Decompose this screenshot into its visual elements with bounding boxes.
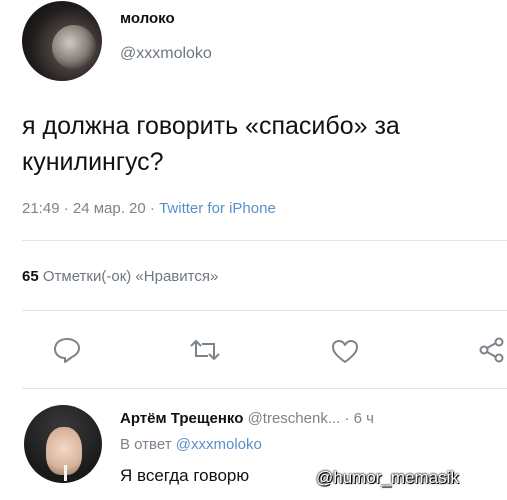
- reply-icon[interactable]: [52, 336, 82, 364]
- reply-text: Я всегда говорю: [120, 466, 250, 485]
- likes-label: Отметки(-ок) «Нравится»: [42, 268, 219, 285]
- reply-author-avatar[interactable]: [24, 405, 102, 483]
- reply-prefix: В ответ: [120, 436, 172, 453]
- likes-stat[interactable]: 65 Отметки(-ок) «Нравится»: [22, 268, 218, 285]
- share-icon[interactable]: [478, 336, 506, 364]
- retweet-icon[interactable]: [188, 338, 222, 362]
- reply-author-handle[interactable]: @treschenk...: [248, 410, 341, 427]
- reply-mention-link[interactable]: @xxxmoloko: [176, 436, 262, 453]
- reply-age: · 6 ч: [344, 410, 375, 427]
- reply-header: Артём Трещенко @treschenk... · 6 ч: [120, 410, 374, 427]
- tweet-meta: 21:49 · 24 мар. 20 · Twitter for iPhone: [22, 200, 276, 217]
- author-avatar[interactable]: [22, 1, 102, 81]
- divider: [22, 310, 507, 311]
- reply-author-name[interactable]: Артём Трещенко: [120, 410, 243, 427]
- watermark: @humor_memasik: [316, 468, 459, 487]
- like-icon[interactable]: [330, 338, 360, 364]
- tweet-source-link[interactable]: Twitter for iPhone: [159, 200, 276, 217]
- divider: [22, 388, 507, 389]
- author-display-name[interactable]: молоко: [120, 10, 175, 27]
- author-handle[interactable]: @xxxmoloko: [120, 45, 212, 63]
- divider: [22, 240, 507, 241]
- tweet-text: я должна говорить «спасибо» за кунилингу…: [22, 112, 400, 176]
- tweet-timestamp: 21:49 · 24 мар. 20 ·: [22, 200, 155, 217]
- reply-context: В ответ @xxxmoloko: [120, 436, 262, 453]
- likes-count: 65: [22, 268, 39, 285]
